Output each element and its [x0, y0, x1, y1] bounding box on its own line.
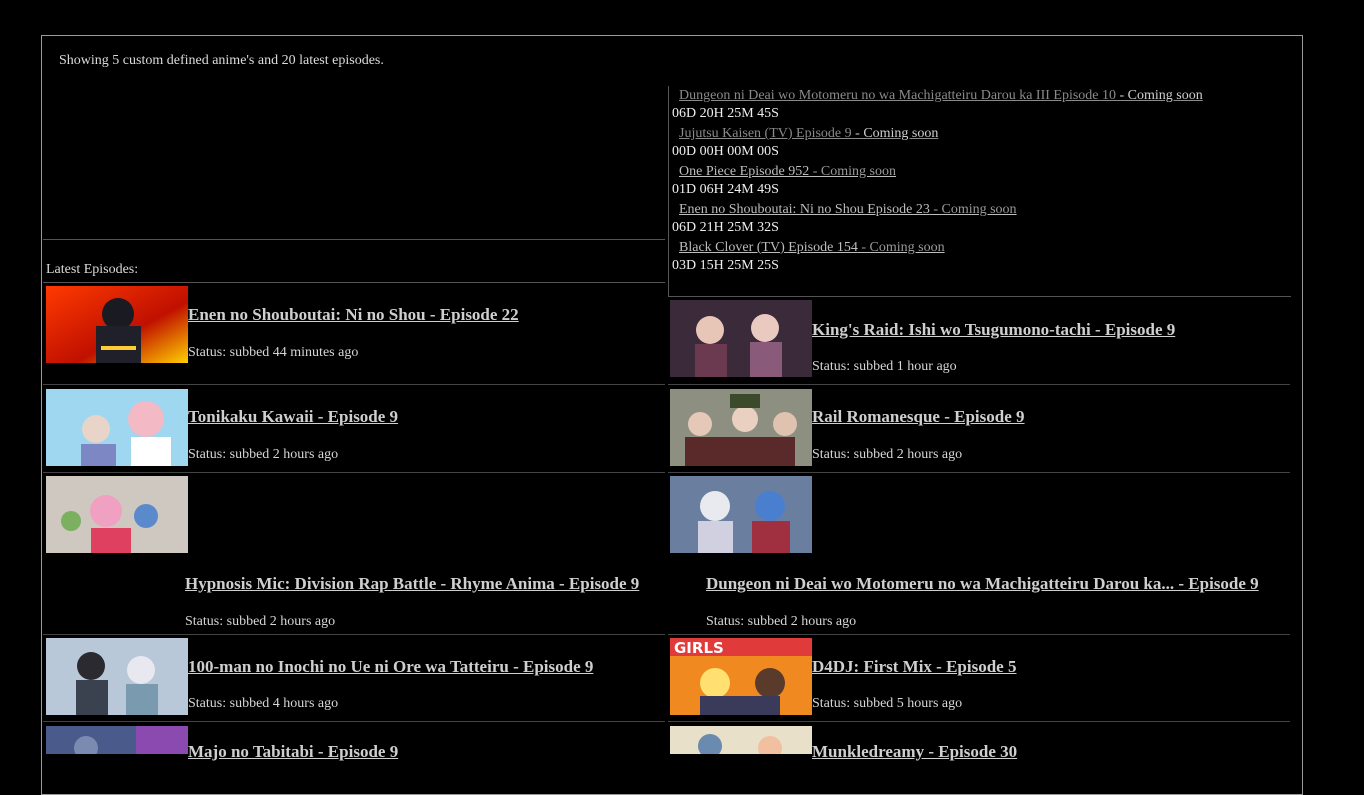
upcoming-list: Dungeon ni Deai wo Motomeru no wa Machig… — [668, 86, 1291, 297]
countdown-timer: 03D 15H 25M 25S — [672, 258, 779, 273]
episode-title-link[interactable]: Tonikaku Kawaii - Episode 9 — [188, 407, 398, 427]
upcoming-item: Black Clover (TV) Episode 154 - Coming s… — [679, 240, 945, 256]
row-divider — [668, 384, 1290, 385]
coming-soon-label: - Coming soon — [929, 202, 1017, 217]
row-divider — [43, 472, 665, 473]
episode-thumbnail[interactable] — [46, 638, 188, 715]
episode-thumbnail[interactable]: GIRLS — [670, 638, 812, 715]
thumb-logo-text: GIRLS — [674, 639, 724, 657]
divider — [43, 282, 665, 283]
row-divider — [668, 721, 1290, 722]
row-divider — [43, 384, 665, 385]
upcoming-link[interactable]: Black Clover (TV) Episode 154 - Coming s… — [679, 240, 945, 255]
episode-title-link[interactable]: 100-man no Inochi no Ue ni Ore wa Tattei… — [188, 657, 593, 677]
coming-soon-label: - Coming soon — [1116, 88, 1203, 103]
episode-thumbnail[interactable] — [46, 286, 188, 363]
upcoming-link[interactable]: Dungeon ni Deai wo Motomeru no wa Machig… — [679, 88, 1203, 103]
summary-text: Showing 5 custom defined anime's and 20 … — [59, 53, 384, 68]
coming-soon-label: - Coming soon — [857, 240, 945, 255]
episode-thumbnail[interactable] — [670, 389, 812, 466]
upcoming-title: Jujutsu Kaisen (TV) Episode 9 — [679, 126, 852, 141]
coming-soon-label: - Coming soon — [809, 164, 896, 179]
episode-status: Status: subbed 1 hour ago — [812, 359, 957, 374]
upcoming-link[interactable]: Jujutsu Kaisen (TV) Episode 9 - Coming s… — [679, 126, 938, 141]
upcoming-link[interactable]: One Piece Episode 952 - Coming soon — [679, 164, 896, 179]
episode-status: Status: subbed 2 hours ago — [706, 614, 857, 629]
episode-title-link[interactable]: Hypnosis Mic: Division Rap Battle - Rhym… — [185, 574, 639, 594]
row-divider — [668, 634, 1290, 635]
upcoming-title: Enen no Shouboutai: Ni no Shou Episode 2… — [679, 202, 930, 217]
row-divider — [668, 472, 1290, 473]
upcoming-item: Jujutsu Kaisen (TV) Episode 9 - Coming s… — [679, 126, 938, 142]
episode-thumbnail[interactable] — [46, 389, 188, 466]
coming-soon-label: - Coming soon — [851, 126, 939, 141]
episode-title-link[interactable]: Munkledreamy - Episode 30 — [812, 742, 1017, 762]
latest-episodes-label: Latest Episodes: — [46, 262, 139, 277]
row-divider — [43, 634, 665, 635]
upcoming-title: Dungeon ni Deai wo Motomeru no wa Machig… — [679, 88, 1116, 103]
upcoming-item: Dungeon ni Deai wo Motomeru no wa Machig… — [679, 88, 1203, 104]
upcoming-item: Enen no Shouboutai: Ni no Shou Episode 2… — [679, 202, 1017, 218]
upcoming-title: Black Clover (TV) Episode 154 — [679, 240, 858, 255]
countdown-timer: 01D 06H 24M 49S — [672, 182, 779, 197]
episode-title-link[interactable]: Majo no Tabitabi - Episode 9 — [188, 742, 398, 762]
upcoming-link[interactable]: Enen no Shouboutai: Ni no Shou Episode 2… — [679, 202, 1017, 217]
episode-status: Status: subbed 2 hours ago — [812, 447, 963, 462]
row-divider — [43, 721, 665, 722]
episode-title-link[interactable]: Dungeon ni Deai wo Motomeru no wa Machig… — [706, 574, 1259, 594]
countdown-timer: 00D 00H 00M 00S — [672, 144, 779, 159]
episode-title-link[interactable]: Rail Romanesque - Episode 9 — [812, 407, 1025, 427]
countdown-timer: 06D 20H 25M 45S — [672, 106, 779, 121]
episode-thumbnail[interactable] — [46, 726, 188, 754]
left-empty-panel — [43, 86, 665, 240]
episode-thumbnail[interactable] — [46, 476, 188, 553]
countdown-timer: 06D 21H 25M 32S — [672, 220, 779, 235]
episode-status: Status: subbed 5 hours ago — [812, 696, 963, 711]
upcoming-item: One Piece Episode 952 - Coming soon — [679, 164, 896, 180]
episode-title-link[interactable]: King's Raid: Ishi wo Tsugumono-tachi - E… — [812, 320, 1175, 340]
episode-status: Status: subbed 4 hours ago — [188, 696, 339, 711]
episode-status: Status: subbed 2 hours ago — [188, 447, 339, 462]
episode-title-link[interactable]: D4DJ: First Mix - Episode 5 — [812, 657, 1016, 677]
episode-title-link[interactable]: Enen no Shouboutai: Ni no Shou - Episode… — [188, 305, 519, 325]
upcoming-title: One Piece Episode 952 — [679, 164, 810, 179]
episode-thumbnail[interactable] — [670, 726, 812, 754]
episode-status: Status: subbed 2 hours ago — [185, 614, 336, 629]
episode-status: Status: subbed 44 minutes ago — [188, 345, 359, 360]
episode-thumbnail[interactable] — [670, 300, 812, 377]
episode-thumbnail[interactable] — [670, 476, 812, 553]
